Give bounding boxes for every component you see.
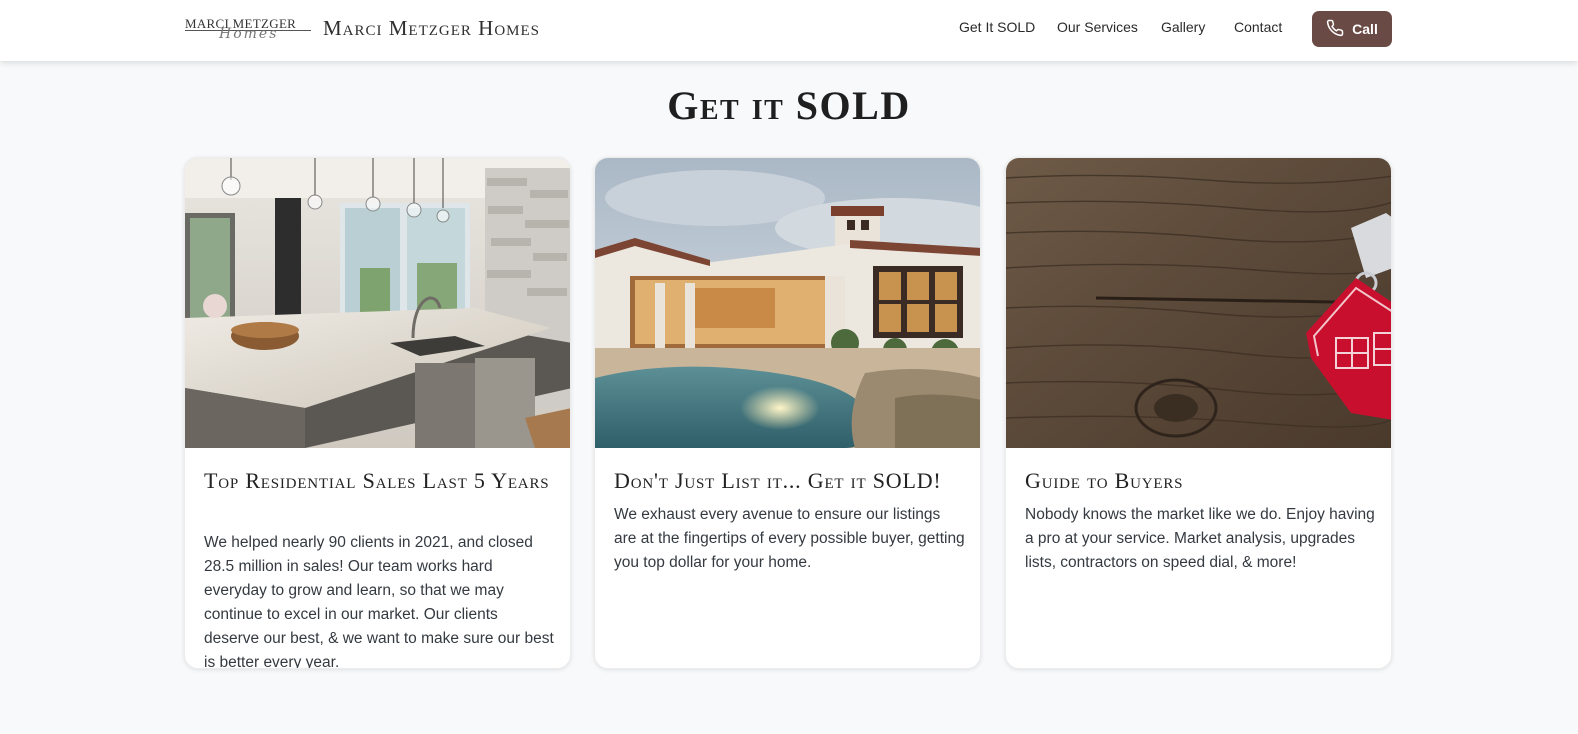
card-body: We exhaust every avenue to ensure our li…	[614, 506, 965, 571]
pool-house-photo	[595, 158, 980, 448]
card-guide-to-buyers[interactable]: Guide to Buyers Nobody knows the market …	[1005, 157, 1392, 669]
logo-text-line2: Homes	[219, 26, 279, 42]
call-button-label: Call	[1352, 21, 1378, 37]
card-body: We helped nearly 90 clients in 2021, and…	[204, 534, 554, 669]
card-get-it-sold[interactable]: Don't Just List it... Get it SOLD! We ex…	[594, 157, 981, 669]
kitchen-photo	[185, 158, 570, 448]
house-keychain-photo	[1006, 158, 1391, 448]
card-title: Top Residential Sales Last 5 Years	[204, 468, 550, 493]
site-header: MARCI METZGER Homes Marci Metzger Homes …	[0, 0, 1578, 61]
card-title: Don't Just List it... Get it SOLD!	[614, 468, 942, 493]
card-title: Guide to Buyers	[1025, 468, 1184, 493]
call-button[interactable]: Call	[1312, 11, 1392, 47]
logo[interactable]: MARCI METZGER Homes	[185, 14, 311, 44]
card-body: Nobody knows the market like we do. Enjo…	[1025, 506, 1375, 571]
section-title: Get it SOLD	[667, 83, 911, 128]
card-top-residential-sales[interactable]: Top Residential Sales Last 5 Years We he…	[184, 157, 571, 669]
nav-gallery[interactable]: Gallery	[1161, 19, 1205, 35]
nav-our-services[interactable]: Our Services	[1057, 19, 1138, 35]
nav-get-it-sold[interactable]: Get It SOLD	[959, 19, 1035, 35]
phone-icon	[1326, 19, 1344, 40]
brand-name[interactable]: Marci Metzger Homes	[323, 16, 540, 41]
nav-contact[interactable]: Contact	[1234, 19, 1282, 35]
